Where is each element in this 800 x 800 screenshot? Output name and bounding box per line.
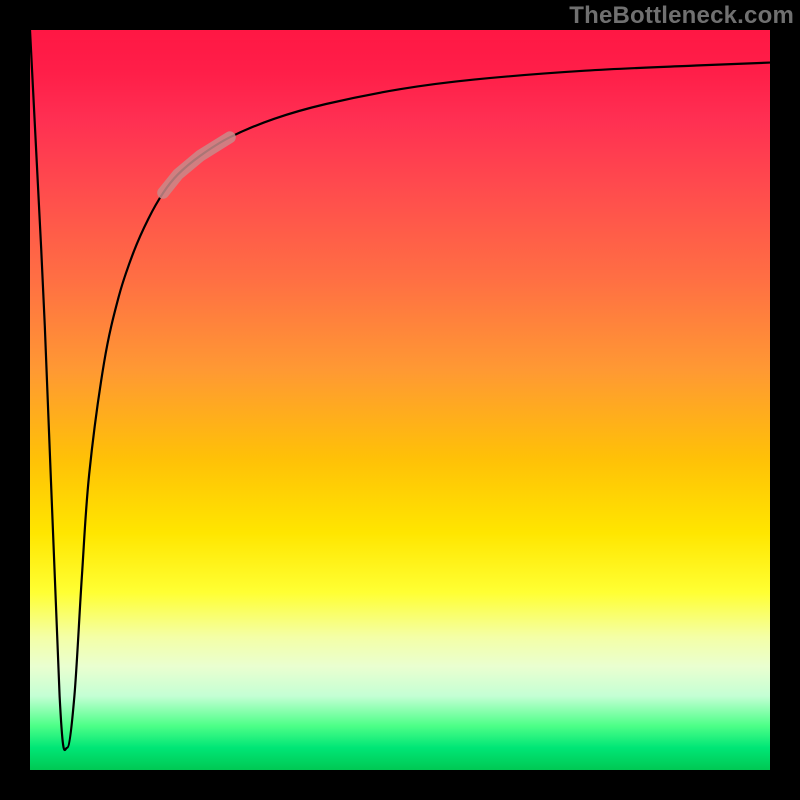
highlight-segment xyxy=(163,137,230,193)
curve-svg xyxy=(30,30,770,770)
plot-area xyxy=(30,30,770,770)
watermark-text: TheBottleneck.com xyxy=(569,2,794,30)
bottleneck-curve xyxy=(30,30,770,750)
chart-container: TheBottleneck.com xyxy=(0,0,800,800)
